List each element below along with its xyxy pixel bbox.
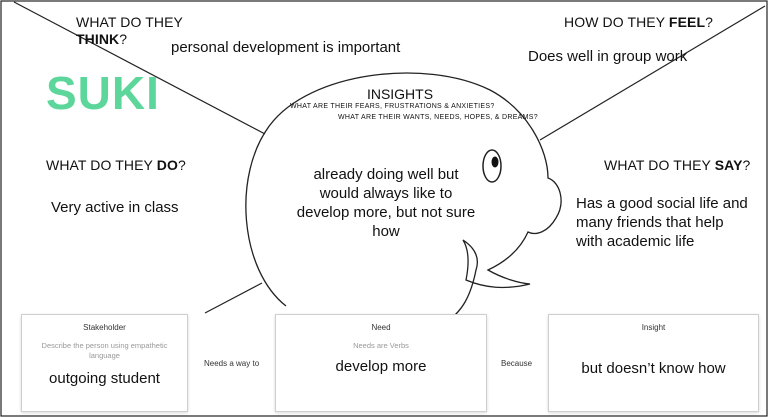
stakeholder-card: Stakeholder Describe the person using em…: [21, 314, 188, 412]
stakeholder-hint-line: Describe the person using empathetic: [41, 341, 168, 350]
stakeholder-hint-line: language: [89, 351, 120, 360]
insights-body-line: how: [372, 223, 400, 240]
insights-body-line: would always like to: [319, 185, 453, 202]
do-label-post: ?: [177, 157, 186, 173]
connector-because: Because: [501, 359, 533, 368]
feel-label: HOW DO THEY FEEL?: [564, 14, 713, 31]
do-label-pre: WHAT DO THEY: [46, 157, 157, 173]
insights-title: INSIGHTS: [366, 86, 434, 102]
think-label-pre: WHAT DO THEY: [76, 14, 183, 30]
insight-card-value: but doesn’t know how: [581, 360, 726, 377]
insights-body-line: already doing well but: [313, 166, 459, 183]
feel-label-pre: HOW DO THEY: [564, 14, 669, 30]
think-answer: personal development is important: [171, 39, 401, 56]
feel-label-post: ?: [705, 14, 713, 30]
connector-needs-a-way-to: Needs a way to: [204, 359, 260, 368]
insights-fears-prompt: WHAT ARE THEIR FEARS, FRUSTRATIONS & ANX…: [290, 103, 495, 110]
say-label: WHAT DO THEY SAY?: [604, 157, 750, 174]
insight-card-title: Insight: [641, 323, 666, 332]
need-card: Need Needs are Verbs develop more: [275, 314, 487, 412]
insights-body-line: develop more, but not sure: [296, 204, 476, 221]
insight-card: Insight but doesn’t know how: [548, 314, 759, 412]
need-card-hint: Needs are Verbs: [353, 341, 409, 350]
diagonal-bottom-left: [204, 282, 263, 314]
feel-label-emph: FEEL: [668, 14, 706, 30]
persona-name: SUKI: [46, 66, 160, 120]
say-answer-line: many friends that help: [576, 214, 724, 231]
insights-wants-prompt: WHAT ARE THEIR WANTS, NEEDS, HOPES, & DR…: [338, 114, 538, 121]
stakeholder-card-title: Stakeholder: [83, 323, 126, 332]
think-label-post: ?: [119, 31, 128, 47]
say-label-pre: WHAT DO THEY: [604, 157, 715, 173]
think-label-emph: THINK: [76, 31, 120, 47]
stakeholder-card-value: outgoing student: [49, 370, 160, 387]
do-label-emph: DO: [156, 157, 178, 173]
do-answer: Very active in class: [51, 199, 179, 216]
stakeholder-card-hint: Describe the person using empathetic lan…: [30, 341, 179, 361]
do-label: WHAT DO THEY DO?: [46, 157, 186, 174]
say-label-post: ?: [742, 157, 751, 173]
eye-pupil: [491, 156, 499, 168]
need-card-value: develop more: [335, 358, 427, 375]
say-label-emph: SAY: [714, 157, 743, 173]
say-answer-line: Has a good social life and: [576, 195, 748, 212]
persona-name-text: SUKI: [46, 67, 160, 119]
need-card-title: Need: [371, 323, 391, 332]
feel-answer: Does well in group work: [528, 48, 688, 65]
insights-body: already doing well but would always like…: [281, 165, 491, 241]
say-answer: Has a good social life and many friends …: [576, 194, 761, 251]
say-answer-line: with academic life: [576, 233, 695, 250]
